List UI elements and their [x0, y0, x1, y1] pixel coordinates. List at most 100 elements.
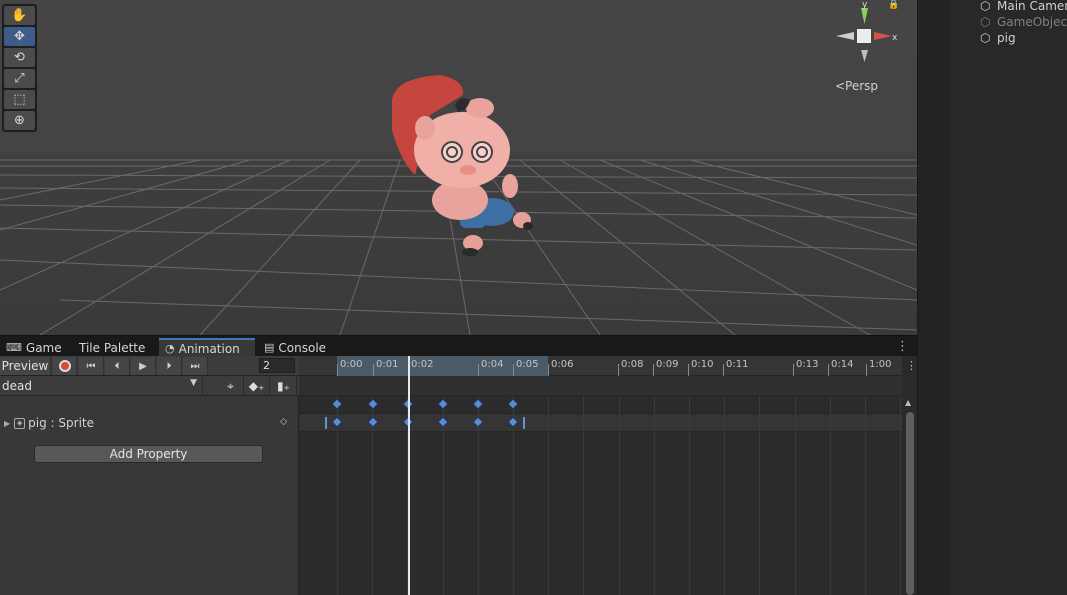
ruler-label: 0:09 — [656, 359, 679, 370]
tab-animation-label: Animation — [178, 341, 240, 356]
skip-end-icon: ⏭ — [190, 360, 200, 372]
frame-gridline — [830, 396, 831, 595]
hand-tool[interactable]: ✋ — [4, 6, 35, 25]
add-keyframe-button[interactable]: ◆₊ — [244, 376, 270, 396]
bottom-tab-bar: ⌨ Game Tile Palette ◔ Animation ▤ Console ⋮ — [0, 335, 917, 357]
scroll-up-icon[interactable]: ▲ — [905, 398, 911, 407]
hierarchy-item-label: Main Camera — [997, 0, 1067, 13]
step-back-icon: ⏴ — [114, 360, 120, 372]
console-icon: ▤ — [264, 341, 275, 354]
record-button[interactable] — [53, 357, 77, 375]
playhead[interactable] — [408, 356, 410, 595]
first-keyframe-button[interactable]: ⏮ — [79, 357, 104, 375]
ruler-label: 0:10 — [691, 359, 714, 370]
hierarchy-item[interactable]: ⬡ GameObject — [980, 14, 1067, 30]
hand-icon: ✋ — [11, 8, 28, 23]
record-icon — [58, 360, 71, 372]
timeline-menu-icon[interactable]: ⋮ — [906, 359, 917, 372]
move-tool[interactable]: ✥ — [4, 27, 35, 46]
move-icon: ✥ — [14, 29, 25, 44]
ruler-tick — [866, 364, 867, 376]
clip-end-marker — [523, 417, 525, 429]
rect-tool[interactable]: ⬚ — [4, 90, 35, 109]
ruler-tick — [548, 364, 549, 376]
dopesheet[interactable]: 0:00 0:01 0:02 0:04 0:05 0:06 0:08 0:09 0:10 0:11… — [299, 356, 902, 595]
clip-row: dead ▼ ⌖ ◆₊ ▮₊ — [0, 376, 299, 396]
time-ruler[interactable]: 0:00 0:01 0:02 0:04 0:05 0:06 0:08 0:09 0:10 0:11… — [299, 356, 902, 376]
orientation-gizmo[interactable]: y x — [830, 0, 905, 70]
step-forward-icon: ⏵ — [166, 360, 172, 372]
preview-button[interactable]: Preview — [0, 357, 51, 375]
gamepad-icon: ⌨ — [6, 341, 22, 354]
ruler-label: 0:13 — [796, 359, 819, 370]
play-icon: ▶ — [139, 360, 147, 372]
scene-grid — [0, 75, 917, 335]
ruler-label: 0:06 — [551, 359, 574, 370]
scroll-thumb[interactable] — [906, 412, 914, 595]
frame-gridline — [548, 396, 549, 595]
scene-view[interactable]: ✋ ✥ ⟲ ⤢ ⬚ ⊕ y x 🔒 <Persp — [0, 0, 917, 335]
ruler-label: 1:00 — [869, 359, 892, 370]
hierarchy-item[interactable]: ⬡ pig — [980, 30, 1016, 46]
transform-tool[interactable]: ⊕ — [4, 111, 35, 130]
panel-divider — [917, 0, 950, 595]
summary-track[interactable] — [299, 396, 902, 414]
play-button[interactable]: ▶ — [131, 357, 156, 375]
ruler-tick — [373, 364, 374, 376]
ruler-label: 0:04 — [481, 359, 504, 370]
scale-tool[interactable]: ⤢ — [4, 69, 35, 88]
next-keyframe-button[interactable]: ⏵ — [157, 357, 182, 375]
rotate-icon: ⟲ — [14, 50, 25, 65]
rect-icon: ⬚ — [13, 92, 26, 107]
vertical-scrollbar[interactable]: ⋮ ▲ — [902, 356, 917, 595]
frame-gridline — [583, 396, 584, 595]
events-row[interactable] — [299, 376, 902, 396]
tab-animation[interactable]: ◔ Animation — [159, 338, 255, 357]
last-keyframe-button[interactable]: ⏭ — [183, 357, 208, 375]
clip-dropdown[interactable]: dead ▼ — [0, 376, 203, 396]
scene-toolbar: ✋ ✥ ⟲ ⤢ ⬚ ⊕ — [2, 4, 37, 132]
frame-gridline — [689, 396, 690, 595]
frame-field[interactable] — [259, 358, 295, 373]
ruler-tick — [688, 364, 689, 376]
add-event-button[interactable]: ▮₊ — [271, 376, 297, 396]
ruler-label: 0:02 — [411, 359, 434, 370]
ruler-label: 0:00 — [340, 359, 363, 370]
prev-keyframe-button[interactable]: ⏴ — [105, 357, 130, 375]
gameobject-icon: ⬡ — [980, 31, 991, 45]
clip-start-marker — [325, 417, 327, 429]
persp-toggle[interactable]: <Persp — [835, 79, 878, 93]
tab-game-label: Game — [25, 340, 62, 355]
filter-selected-button[interactable]: ⌖ — [218, 376, 244, 396]
add-property-button[interactable]: Add Property — [34, 445, 263, 463]
frame-gridline — [759, 396, 760, 595]
scale-icon: ⤢ — [14, 71, 25, 86]
ruler-tick — [828, 364, 829, 376]
tab-tile-palette[interactable]: Tile Palette — [73, 338, 151, 357]
animation-window: Preview ⏮ ⏴ ▶ ⏵ ⏭ dead ▼ ⌖ ◆₊ ▮₊ ▶ ◈ pig… — [0, 356, 917, 595]
frame-gridline — [724, 396, 725, 595]
ruler-label: 0:08 — [621, 359, 644, 370]
rotate-tool[interactable]: ⟲ — [4, 48, 35, 67]
add-keyframe-icon: ◆₊ — [248, 379, 265, 393]
gizmo-x-label: x — [892, 33, 898, 43]
foldout-arrow-icon[interactable]: ▶ — [4, 419, 10, 428]
tab-game[interactable]: ⌨ Game — [0, 338, 68, 357]
frame-gridline — [795, 396, 796, 595]
lock-icon[interactable]: 🔒 — [888, 0, 899, 10]
ruler-tick — [337, 364, 338, 376]
ruler-tick — [723, 364, 724, 376]
property-label: pig : Sprite — [28, 416, 94, 430]
gizmo-y-label: y — [862, 0, 868, 10]
more-menu-icon[interactable]: ⋮ — [896, 339, 909, 354]
hierarchy-item[interactable]: ⬡ Main Camera — [980, 0, 1067, 14]
property-track[interactable] — [299, 414, 902, 432]
gameobject-icon: ⬡ — [980, 15, 991, 29]
transform-icon: ⊕ — [14, 113, 25, 128]
add-event-icon: ▮₊ — [277, 379, 290, 393]
tab-console[interactable]: ▤ Console — [258, 338, 332, 357]
property-row[interactable]: ▶ ◈ pig : Sprite ◇ — [0, 414, 299, 432]
keyframe-toggle-icon[interactable]: ◇ — [280, 417, 287, 427]
hierarchy-panel: ⬡ Main Camera ⬡ GameObject ⬡ pig — [950, 0, 1067, 595]
ruler-label: 0:11 — [726, 359, 749, 370]
